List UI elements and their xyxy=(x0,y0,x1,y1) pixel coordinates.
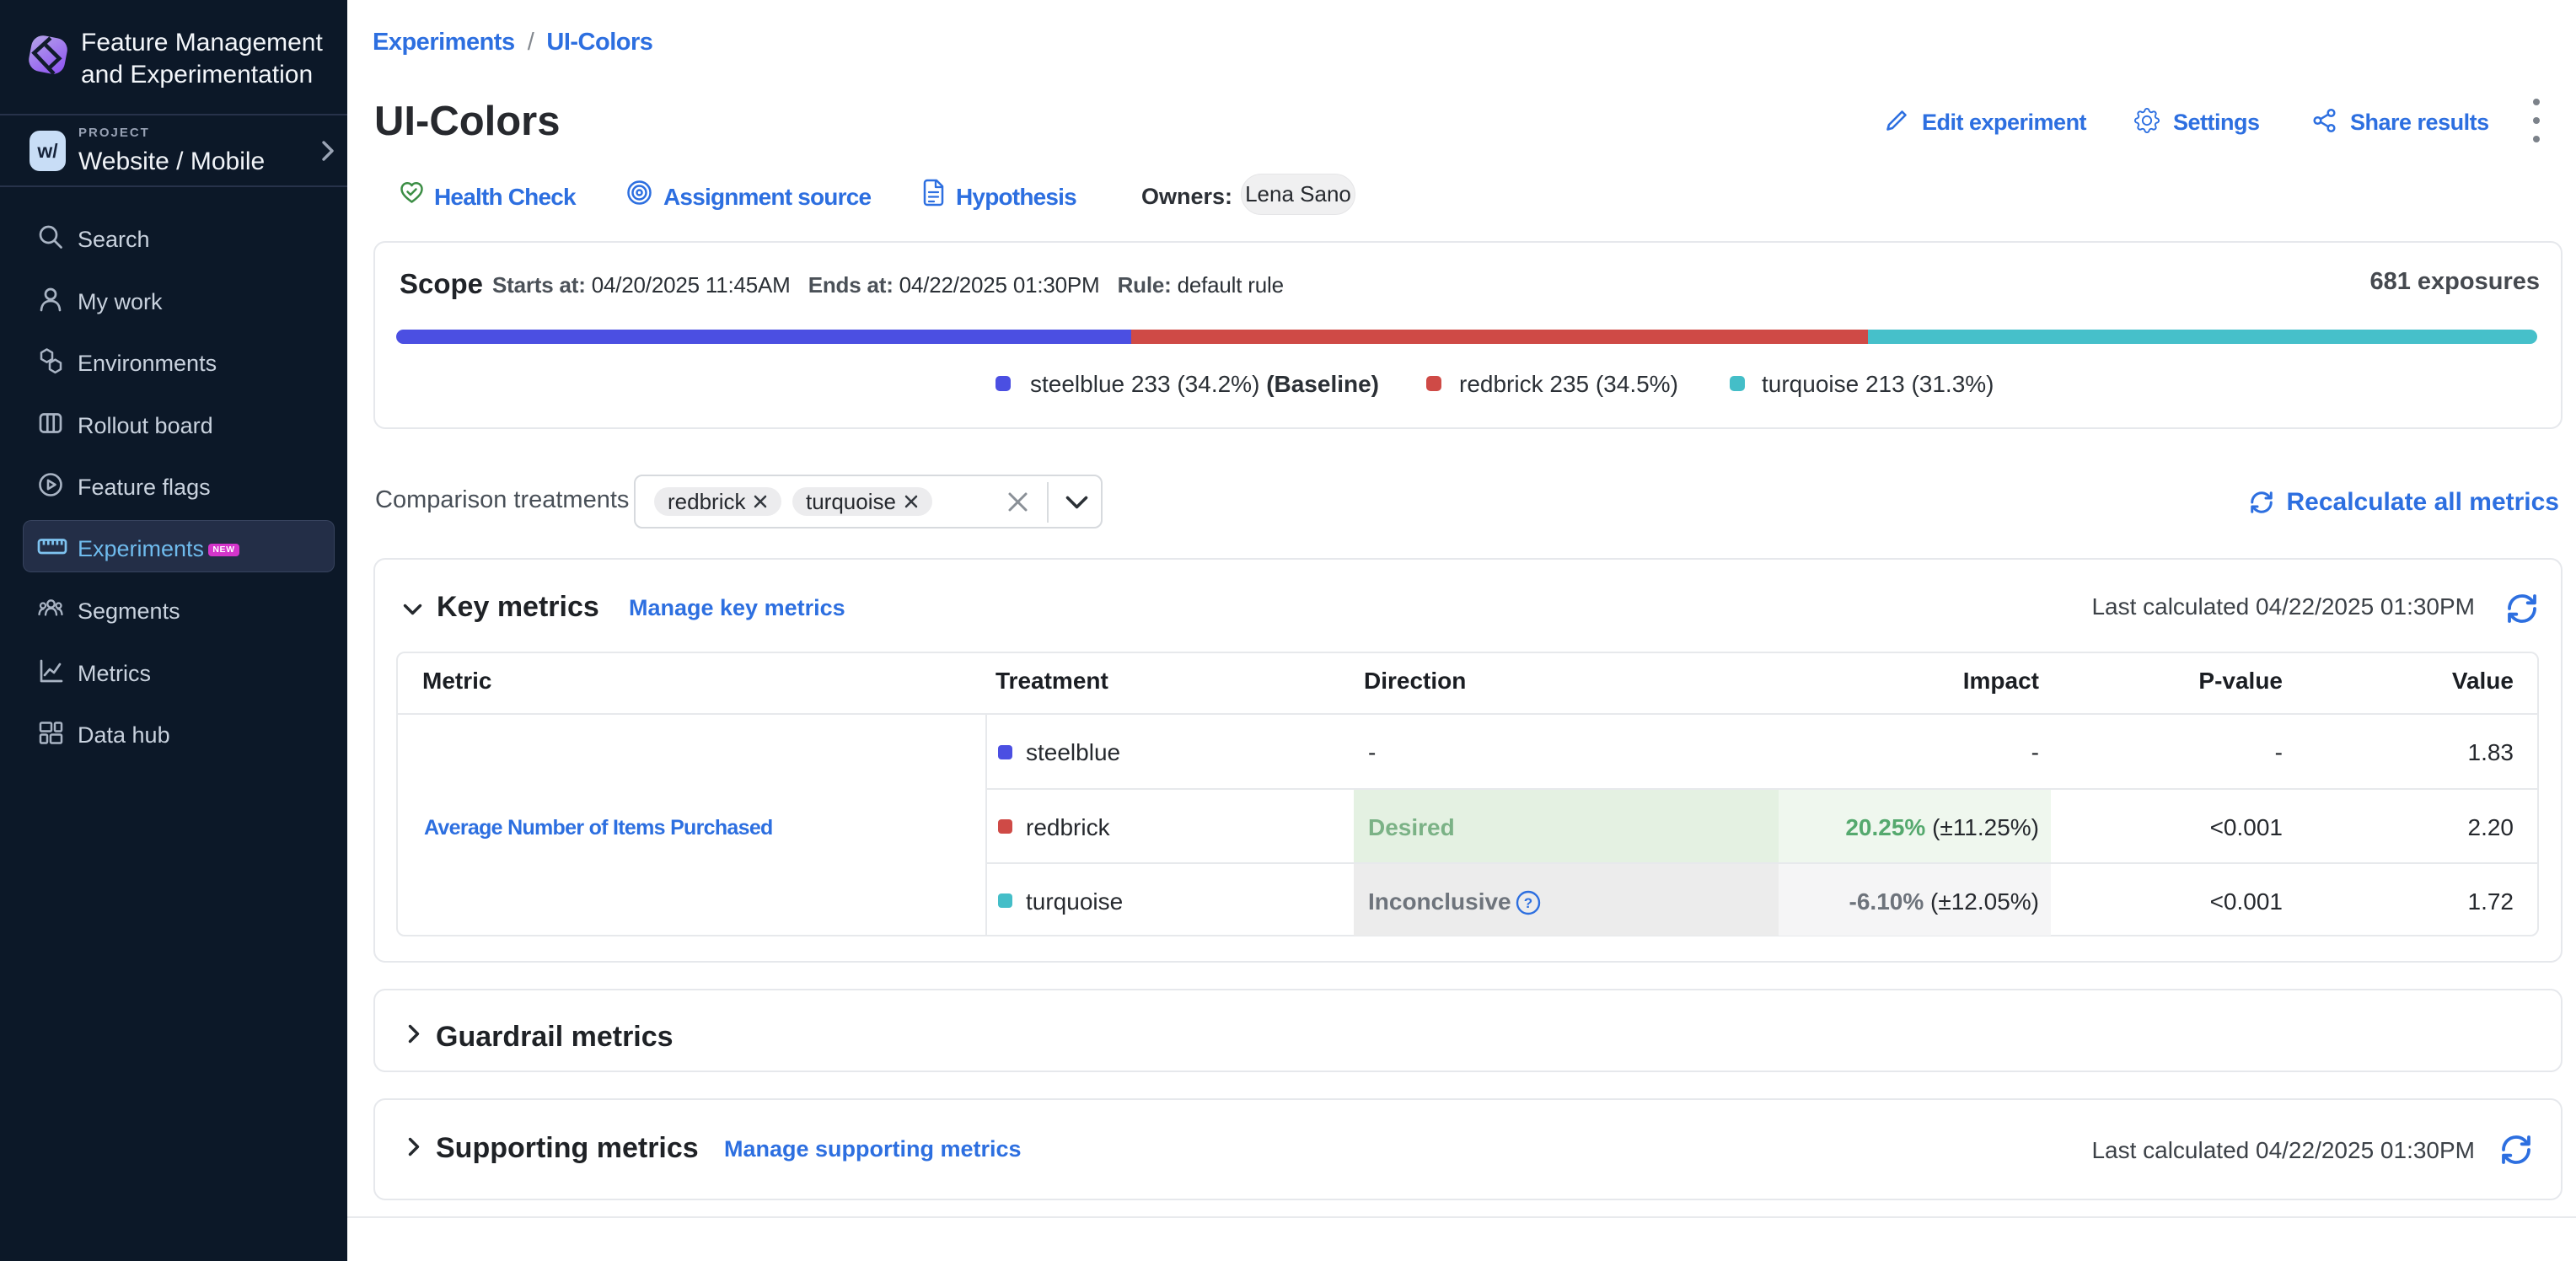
svg-text:?: ? xyxy=(1524,895,1532,911)
